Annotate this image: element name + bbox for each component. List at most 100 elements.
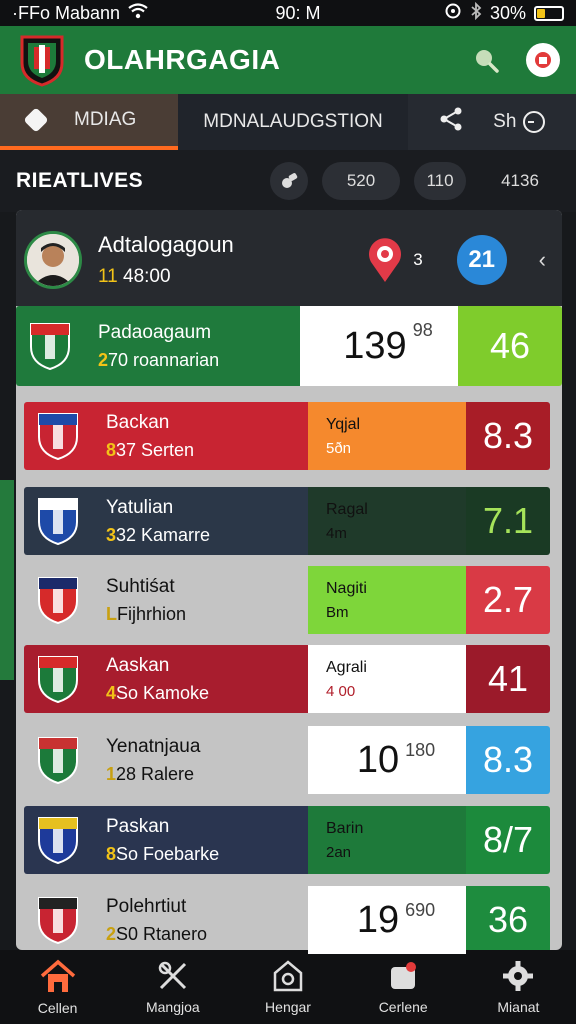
team-crest-icon	[34, 495, 82, 547]
team-rank: 2	[106, 923, 117, 944]
nav-hengar[interactable]: Hengar	[230, 950, 345, 1024]
match-minute: 98	[412, 320, 433, 340]
nav-hengar-label: Hengar	[265, 999, 311, 1015]
team-rating: 46	[458, 306, 562, 386]
team-subtitle: S0 Rtanero	[116, 923, 208, 944]
nav-mangjoa-label: Mangjoa	[145, 999, 200, 1015]
match-score: 19	[356, 898, 400, 941]
match-label: Nagiti	[326, 579, 367, 597]
tab-mdiag[interactable]: MDIAG	[0, 94, 178, 150]
team-crest-icon	[34, 653, 82, 705]
filter-pill-2-label: 110	[426, 171, 454, 190]
filter-pill-3[interactable]: 4136	[480, 162, 560, 200]
bluetooth-icon	[470, 1, 482, 25]
team-rank: 1	[106, 763, 117, 784]
team-row[interactable]: Yenatnjaua 128 Ralere 10 180 8.3	[24, 726, 550, 794]
pin-count: 3	[413, 250, 423, 269]
player-time: 48:00	[123, 266, 171, 287]
search-icon[interactable]	[466, 40, 506, 80]
team-row[interactable]: Backan 837 Serten Yqjal 5ðn 8.3	[24, 402, 550, 470]
bottom-navigation: Cellen Mangjoa Hengar Cerlene Mianat	[0, 950, 576, 1024]
team-crest-icon	[34, 410, 82, 462]
section-title: RIEATLIVES	[16, 169, 144, 192]
team-subtitle: So Kamoke	[116, 682, 210, 703]
team-rank: 8	[106, 843, 117, 864]
match-minute: 690	[405, 900, 436, 920]
team-name: Paskan	[106, 815, 170, 837]
match-minute: 180	[405, 740, 436, 760]
team-rank: L	[106, 603, 117, 624]
team-row[interactable]: Paskan 8So Foebarke Barin 2an 8/7	[24, 806, 550, 874]
whistle-filter-button[interactable]	[270, 162, 308, 200]
team-row[interactable]: Yatulian 332 Kamarre Ragal 4m 7.1	[24, 487, 550, 555]
team-subtitle: So Foebarke	[116, 843, 220, 864]
team-rating: 8/7	[466, 806, 550, 874]
tab-mdnalaudgstion-label: MDNALAUDGSTION	[203, 111, 383, 132]
team-rank: 3	[106, 524, 117, 545]
team-name: Suhtiśat	[106, 575, 175, 597]
match-score: 10	[356, 738, 400, 781]
team-row[interactable]: Polehrtiut 2S0 Rtanero 19 690 36	[24, 886, 550, 954]
location-pin-icon[interactable]	[363, 234, 407, 286]
player-score-badge: 21	[456, 235, 507, 285]
team-subtitle: 37 Serten	[116, 439, 195, 460]
nav-cellen[interactable]: Cellen	[0, 950, 115, 1024]
team-crest-icon	[34, 574, 82, 626]
team-name: Yenatnjaua	[106, 735, 201, 757]
hangar-icon	[273, 960, 303, 992]
team-rank: 8	[106, 439, 117, 460]
notification-icon	[391, 962, 417, 989]
player-name: Adtalogagoun	[98, 232, 234, 257]
team-name: Padaoagaum	[98, 321, 212, 343]
sh-button[interactable]: Sh	[493, 110, 546, 134]
home-icon	[40, 959, 75, 992]
team-row[interactable]: Suhtiśat LFijhrhion Nagiti Bm 2.7	[24, 566, 550, 634]
nav-mangjoa[interactable]: Mangjoa	[115, 950, 230, 1024]
app-title: OLAHRGAGIA	[84, 44, 281, 75]
featured-player-row[interactable]: Adtalogagoun 11 48:00 3 21 ‹	[16, 220, 546, 300]
nav-mianat[interactable]: Mianat	[461, 950, 576, 1024]
sync-icon	[444, 2, 462, 25]
team-row[interactable]: Aaskan 4So Kamoke Agrali 4 00 41	[24, 645, 550, 713]
match-sub: 2an	[326, 843, 352, 861]
team-rating: 7.1	[466, 487, 550, 555]
team-name: Polehrtiut	[106, 895, 187, 917]
match-sub: 4 00	[326, 682, 356, 700]
chevron-left-icon[interactable]: ‹	[539, 247, 546, 273]
settings-icon	[503, 961, 534, 991]
profile-avatar-button[interactable]	[526, 43, 560, 77]
team-crest-icon	[34, 734, 82, 786]
match-sub: 5ðn	[326, 439, 352, 457]
profile-badge-icon	[535, 52, 551, 68]
status-bar: ·FFo Mabann 90: M 30%	[0, 0, 576, 26]
team-name: Aaskan	[106, 654, 170, 676]
nav-cerlene[interactable]: Cerlene	[346, 950, 461, 1024]
filter-pill-3-label: 4136	[501, 171, 539, 190]
team-subtitle: 70 roannarian	[108, 349, 220, 370]
clock: 90: M	[275, 2, 321, 23]
section-header: RIEATLIVES 520 110 4136	[0, 150, 576, 212]
player-number: 11	[98, 266, 118, 287]
tab-mdnalaudgstion[interactable]: MDNALAUDGSTION	[178, 94, 408, 150]
team-rank: 4	[106, 682, 117, 703]
filter-pill-1-label: 520	[346, 171, 376, 190]
match-label: Agrali	[326, 658, 367, 676]
share-icon[interactable]	[438, 106, 464, 138]
match-label: Ragal	[326, 500, 368, 518]
tools-icon	[158, 961, 186, 990]
match-sub: 4m	[326, 524, 347, 542]
team-subtitle: 32 Kamarre	[116, 524, 211, 545]
match-sub: Bm	[326, 603, 349, 621]
match-score: 139	[343, 324, 407, 367]
wifi-icon	[128, 2, 148, 24]
filter-pill-2[interactable]: 110	[414, 162, 466, 200]
battery-icon	[534, 5, 564, 21]
nav-cerlene-label: Cerlene	[378, 999, 428, 1015]
tab-mdiag-label: MDIAG	[74, 109, 137, 130]
club-crest-logo[interactable]	[16, 32, 68, 88]
filter-pill-1[interactable]: 520	[322, 162, 400, 200]
team-row[interactable]: Padaoagaum 270 roannarian 139 98 46	[16, 306, 562, 386]
team-name: Yatulian	[106, 496, 174, 518]
player-avatar	[24, 231, 82, 289]
sh-label: Sh	[493, 111, 517, 132]
